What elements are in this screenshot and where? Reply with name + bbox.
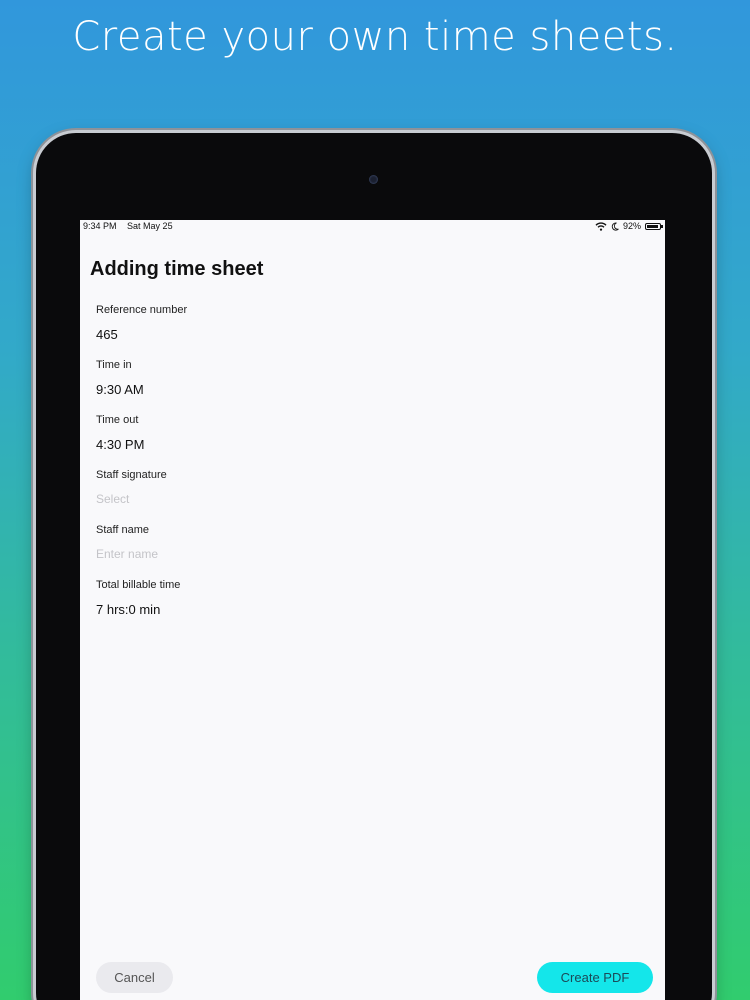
tablet-frame: 9:34 PM Sat May 25 92% Adding time sheet… <box>36 133 712 1000</box>
time-out-field[interactable]: Time out 4:30 PM <box>96 414 656 469</box>
battery-percentage: 92% <box>622 221 641 231</box>
reference-number-field[interactable]: Reference number 465 <box>96 304 656 359</box>
time-sheet-form: Reference number 465 Time in 9:30 AM Tim… <box>96 304 656 634</box>
app-screen: 9:34 PM Sat May 25 92% Adding time sheet… <box>80 220 665 1000</box>
create-pdf-button[interactable]: Create PDF <box>537 962 653 993</box>
battery-icon <box>645 222 663 230</box>
time-in-value[interactable]: 9:30 AM <box>96 382 144 397</box>
page-title: Adding time sheet <box>90 258 264 280</box>
field-label: Total billable time <box>96 579 181 591</box>
reference-number-value[interactable]: 465 <box>96 327 118 342</box>
time-in-field[interactable]: Time in 9:30 AM <box>96 359 656 414</box>
staff-signature-field[interactable]: Staff signature Select <box>96 469 656 524</box>
moon-icon <box>611 222 619 231</box>
field-label: Reference number <box>96 304 188 316</box>
field-label: Time in <box>96 359 132 371</box>
time-out-value[interactable]: 4:30 PM <box>96 437 144 452</box>
status-bar: 9:34 PM Sat May 25 92% <box>80 220 665 232</box>
field-label: Time out <box>96 414 139 426</box>
total-billable-time-field: Total billable time 7 hrs:0 min <box>96 579 656 634</box>
staff-signature-select[interactable]: Select <box>96 492 129 506</box>
staff-name-input[interactable]: Enter name <box>96 547 158 561</box>
total-billable-time-value: 7 hrs:0 min <box>96 602 161 617</box>
status-date: Sat May 25 <box>127 221 173 231</box>
status-time: 9:34 PM <box>83 221 117 231</box>
staff-name-field[interactable]: Staff name Enter name <box>96 524 656 579</box>
cancel-button[interactable]: Cancel <box>96 962 173 993</box>
camera-icon <box>369 175 378 184</box>
field-label: Staff name <box>96 524 149 536</box>
promo-headline: Create your own time sheets. <box>72 14 678 60</box>
wifi-icon <box>595 221 607 231</box>
field-label: Staff signature <box>96 469 167 481</box>
